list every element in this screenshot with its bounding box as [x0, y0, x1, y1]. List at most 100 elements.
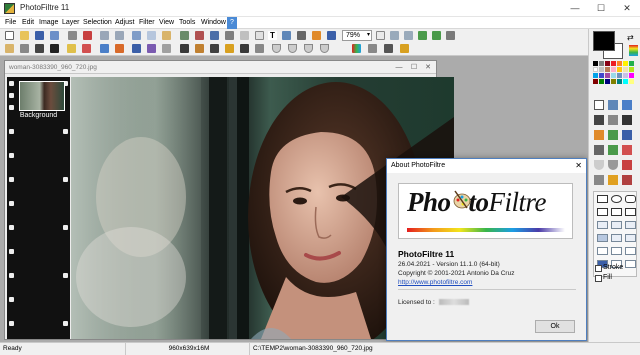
about-website-link[interactable]: http://www.photofiltre.com [398, 279, 472, 286]
swap-colors-icon[interactable]: ⇄ [627, 33, 634, 42]
fill-checkbox[interactable] [595, 275, 602, 282]
texture-icon[interactable] [368, 44, 377, 53]
stylize-icon[interactable] [384, 44, 393, 53]
gradient-icon[interactable] [312, 31, 321, 40]
scan-icon[interactable] [83, 31, 92, 40]
rounded-rect-icon[interactable] [625, 195, 636, 203]
effects-icon[interactable] [282, 31, 291, 40]
palette-color[interactable] [629, 61, 634, 66]
palette-color[interactable] [623, 61, 628, 66]
blur-tool-icon[interactable] [594, 160, 604, 170]
smudge-icon[interactable] [608, 145, 618, 155]
drop-icon[interactable] [272, 44, 281, 53]
doc-maximize-button[interactable]: ☐ [407, 61, 421, 74]
blur-icon[interactable] [240, 44, 249, 53]
pointer-tool-icon[interactable] [594, 100, 604, 110]
layer-thumbnail[interactable] [19, 81, 65, 111]
close-button[interactable]: ✕ [614, 0, 640, 17]
open-icon[interactable] [20, 31, 29, 40]
palette-color[interactable] [617, 79, 622, 84]
palette-color[interactable] [599, 79, 604, 84]
color-balance-icon[interactable] [100, 44, 109, 53]
menu-window[interactable]: Window [198, 17, 229, 29]
line-icon[interactable] [622, 115, 632, 125]
palette-color[interactable] [611, 61, 616, 66]
maximize-button[interactable]: ☐ [588, 0, 614, 17]
option-g-icon[interactable] [597, 247, 608, 255]
frame-icon[interactable] [225, 31, 234, 40]
palette-color[interactable] [605, 79, 610, 84]
flip-icon[interactable] [210, 44, 219, 53]
ellipse-shape-icon[interactable] [611, 195, 622, 203]
grid-icon[interactable] [240, 31, 249, 40]
menu-selection[interactable]: Selection [80, 17, 115, 29]
minimize-button[interactable]: — [562, 0, 588, 17]
stroke-checkbox[interactable] [595, 265, 602, 272]
new-icon[interactable] [5, 31, 14, 40]
palette-color[interactable] [593, 79, 598, 84]
menu-filter[interactable]: Filter [136, 17, 158, 29]
palette-color[interactable] [599, 67, 604, 72]
effect-icon[interactable] [400, 44, 409, 53]
menu-edit[interactable]: Edit [19, 17, 37, 29]
hue-icon[interactable] [115, 44, 124, 53]
doc-minimize-button[interactable]: — [392, 61, 406, 74]
palette-color[interactable] [605, 73, 610, 78]
auto-level-icon[interactable] [5, 44, 14, 53]
doc-close-button[interactable]: ✕ [421, 61, 435, 74]
undo-icon[interactable] [100, 31, 109, 40]
menu-adjust[interactable]: Adjust [112, 17, 137, 29]
option-c-icon[interactable] [625, 221, 636, 229]
stamp-icon[interactable] [608, 175, 618, 185]
levels-icon[interactable] [162, 44, 171, 53]
brush-icon[interactable] [622, 130, 632, 140]
diamond-shape-icon[interactable] [611, 208, 622, 216]
redo-icon[interactable] [115, 31, 124, 40]
palette-color[interactable] [623, 67, 628, 72]
clone-icon[interactable] [622, 160, 632, 170]
eraser-icon[interactable] [622, 145, 632, 155]
emboss-icon[interactable] [304, 44, 313, 53]
palette-color[interactable] [593, 67, 598, 72]
menu-help[interactable]: ? [227, 17, 237, 29]
negative-icon[interactable] [180, 44, 189, 53]
menu-view[interactable]: View [156, 17, 177, 29]
foreground-color-swatch[interactable] [593, 31, 615, 51]
brightness-icon[interactable] [35, 44, 44, 53]
grayscale-icon[interactable] [132, 44, 141, 53]
noise-icon[interactable] [320, 44, 329, 53]
option-e-icon[interactable] [611, 234, 622, 242]
gamma-icon[interactable] [82, 44, 91, 53]
red-eye-icon[interactable] [622, 175, 632, 185]
pen-icon[interactable] [594, 145, 604, 155]
text-icon[interactable]: T [268, 31, 277, 40]
fit-icon[interactable] [376, 31, 385, 40]
sepia-icon[interactable] [147, 44, 156, 53]
wand-icon[interactable] [608, 115, 618, 125]
palette-color[interactable] [599, 61, 604, 66]
plugins-icon[interactable] [297, 31, 306, 40]
saturation-icon[interactable] [67, 44, 76, 53]
crop-icon[interactable] [210, 31, 219, 40]
option-d-icon[interactable] [597, 234, 608, 242]
posterize-icon[interactable] [195, 44, 204, 53]
zoom-out-icon[interactable] [404, 31, 413, 40]
palette-color[interactable] [617, 67, 622, 72]
option-i-icon[interactable] [625, 247, 636, 255]
copy-icon[interactable] [147, 31, 156, 40]
triangle-shape-icon[interactable] [597, 208, 608, 216]
full-screen-icon[interactable] [432, 31, 441, 40]
lasso-icon[interactable] [622, 100, 632, 110]
actual-size-icon[interactable] [418, 31, 427, 40]
contrast-icon[interactable] [50, 44, 59, 53]
drop-tool-icon[interactable] [594, 175, 604, 185]
save-icon[interactable] [35, 31, 44, 40]
palette-color[interactable] [617, 73, 622, 78]
menu-layer[interactable]: Layer [59, 17, 83, 29]
palette-color[interactable] [611, 67, 616, 72]
palette-color[interactable] [593, 73, 598, 78]
palette-color[interactable] [611, 79, 616, 84]
palette-color[interactable] [623, 79, 628, 84]
polygon-shape-icon[interactable] [625, 208, 636, 216]
save-as-icon[interactable] [50, 31, 59, 40]
